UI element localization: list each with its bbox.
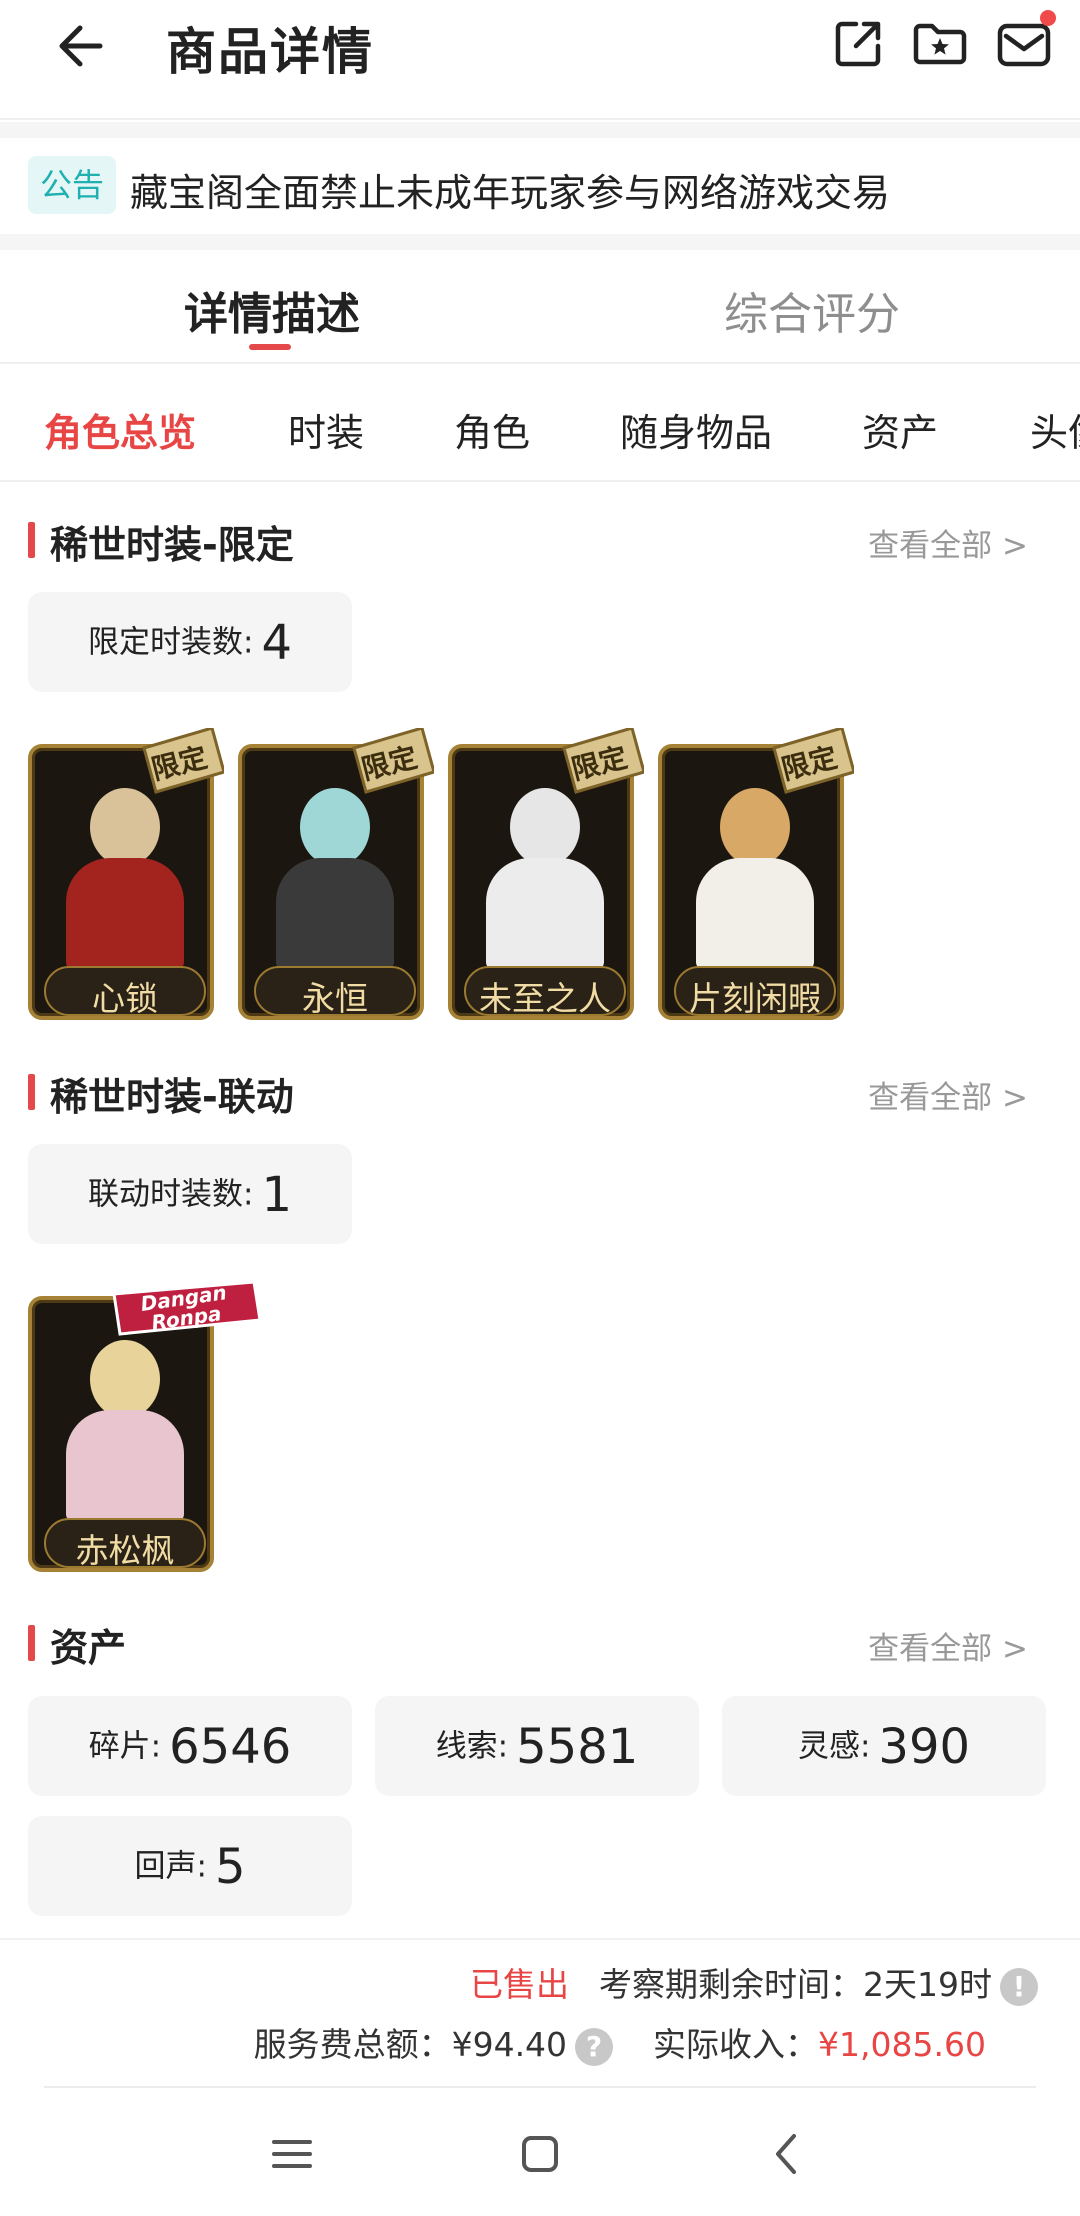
section-assets-header: 资产 查看全部 >: [28, 1617, 1028, 1670]
stat-label: 碎片:: [88, 1728, 162, 1765]
stat-label: 联动时装数:: [88, 1176, 254, 1213]
sold-status: 已售出: [470, 1965, 569, 2004]
section-title: 稀世时装-联动: [50, 1075, 294, 1119]
view-all-link[interactable]: 查看全部 >: [868, 1072, 1028, 1117]
menu-icon[interactable]: [262, 2124, 322, 2184]
section-limited-header: 稀世时装-限定 查看全部 >: [28, 514, 1028, 567]
costume-card[interactable]: 片刻闲暇 限定: [658, 728, 854, 1020]
bottom-status-area: 已售出 考察期剩余时间：2天19时! 服务费总额：¥94.40? 实际收入：¥1,0…: [0, 1938, 1080, 2088]
notice-bar[interactable]: 公告 藏宝阁全面禁止未成年玩家参与网络游戏交易: [0, 138, 1080, 244]
costume-name: 永恒: [302, 979, 368, 1018]
fee-value: ¥94.40: [451, 2025, 568, 2064]
income-value: ¥1,085.60: [818, 2025, 986, 2064]
home-icon[interactable]: [510, 2124, 570, 2184]
subtab-characters[interactable]: 角色: [454, 402, 530, 457]
divider: [44, 2086, 1036, 2088]
asset-inspiration-box: 灵感: 390: [722, 1696, 1046, 1796]
income-label: 实际收入：: [653, 2025, 819, 2064]
costume-name: 心锁: [92, 979, 158, 1018]
sub-tabs: 角色总览 时装 角色 随身物品 资产 头像: [0, 366, 1080, 482]
period-label: 考察期剩余时间：: [599, 1965, 863, 2004]
asset-fragments-box: 碎片: 6546: [28, 1696, 352, 1796]
section-title: 稀世时装-限定: [50, 523, 294, 567]
asset-echoes-box: 回声: 5: [28, 1816, 352, 1916]
collab-count-box: 联动时装数: 1: [28, 1144, 352, 1244]
section-collab-header: 稀世时装-联动 查看全部 >: [28, 1066, 1028, 1119]
stat-label: 限定时装数:: [88, 624, 254, 661]
active-tab-indicator: [249, 344, 291, 350]
costume-name: 未至之人: [479, 979, 611, 1018]
asset-clues-box: 线索: 5581: [375, 1696, 699, 1796]
back-arrow-icon[interactable]: [50, 18, 106, 74]
fee-line: 服务费总额：¥94.40? 实际收入：¥1,085.60: [254, 2018, 986, 2066]
costume-name: 片刻闲暇: [689, 979, 821, 1018]
subtab-assets[interactable]: 资产: [862, 402, 938, 457]
stat-value: 5581: [516, 1718, 639, 1775]
section-marker: [28, 1625, 35, 1661]
stat-value: 4: [261, 614, 292, 671]
back-nav-icon[interactable]: [758, 2124, 818, 2184]
notification-dot: [1040, 10, 1056, 26]
main-tabs: 详情描述 综合评分: [0, 250, 1080, 364]
period-value: 2天19时: [863, 1965, 992, 2004]
subtab-accessories[interactable]: 随身物品: [620, 402, 772, 457]
share-icon[interactable]: [830, 16, 886, 72]
stat-label: 回声:: [134, 1848, 207, 1885]
tab-details[interactable]: 详情描述: [184, 278, 360, 342]
stat-value: 5: [214, 1838, 246, 1895]
costume-card[interactable]: 心锁 限定: [28, 728, 224, 1020]
subtab-avatars[interactable]: 头像: [1030, 402, 1080, 457]
limited-count-box: 限定时装数: 4: [28, 592, 352, 692]
costume-name: 赤松枫: [75, 1531, 175, 1570]
stat-label: 灵感:: [797, 1728, 871, 1765]
notice-tag: 公告: [28, 156, 116, 214]
view-all-link[interactable]: 查看全部 >: [868, 1623, 1028, 1668]
help-icon[interactable]: ?: [575, 2027, 614, 2066]
notice-text: 藏宝阁全面禁止未成年玩家参与网络游戏交易: [130, 171, 891, 215]
favorite-folder-icon[interactable]: [912, 16, 968, 72]
status-line: 已售出 考察期剩余时间：2天19时!: [470, 1958, 1038, 2006]
page-title: 商品详情: [166, 23, 374, 81]
stat-value: 6546: [169, 1718, 292, 1775]
system-nav-bar: [0, 2090, 1080, 2216]
section-marker: [28, 1074, 35, 1110]
costume-card[interactable]: 赤松枫 Dangan Ronpa: [28, 1280, 262, 1572]
stat-value: 1: [261, 1166, 292, 1223]
view-all-link[interactable]: 查看全部 >: [868, 520, 1028, 565]
costume-card[interactable]: 永恒 限定: [238, 728, 434, 1020]
fee-label: 服务费总额：: [253, 2025, 452, 2064]
subtab-overview[interactable]: 角色总览: [44, 402, 196, 457]
stat-label: 线索:: [435, 1728, 509, 1765]
subtab-costumes[interactable]: 时装: [288, 402, 364, 457]
section-title: 资产: [50, 1626, 127, 1670]
section-marker: [28, 522, 35, 558]
costume-card[interactable]: 未至之人 限定: [448, 728, 644, 1020]
tab-rating[interactable]: 综合评分: [724, 278, 900, 342]
info-icon[interactable]: !: [1000, 1967, 1038, 2006]
top-bar: 商品详情: [0, 0, 1080, 120]
stat-value: 390: [878, 1718, 971, 1775]
